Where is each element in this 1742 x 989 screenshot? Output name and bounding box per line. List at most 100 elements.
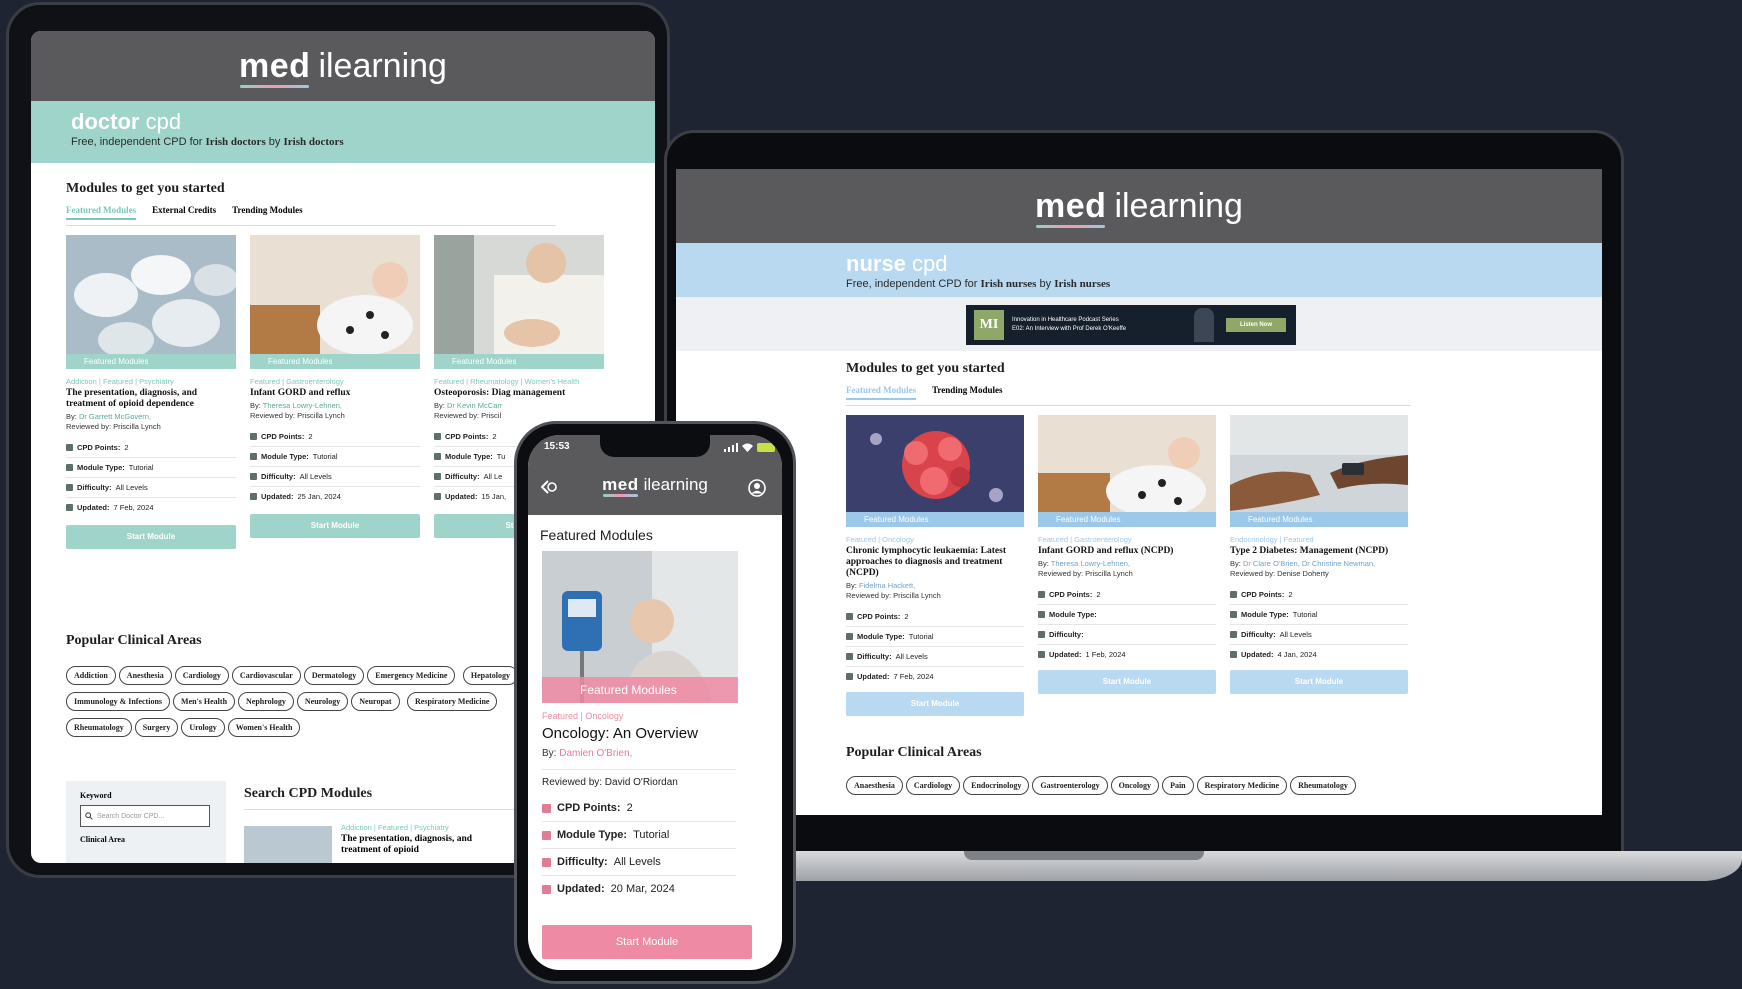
divider <box>542 769 736 770</box>
laptop-logo[interactable]: med ilearning <box>676 169 1602 243</box>
area-pill[interactable]: Respiratory Medicine <box>1196 776 1288 795</box>
module-title[interactable]: Osteoporosis: Diag management <box>434 388 604 399</box>
module-image-hands[interactable]: Featured Modules <box>434 235 604 369</box>
area-pill[interactable]: Neurology <box>296 692 349 711</box>
module-title[interactable]: Chronic lymphocytic leukaemia: Latest ap… <box>846 546 1024 579</box>
module-reviewer: Reviewed by: Priscilla Lynch <box>250 411 345 420</box>
cpd-label: CPD Points: <box>445 432 489 441</box>
module-categories[interactable]: Featured | Oncology <box>542 711 623 721</box>
module-categories[interactable]: Featured | Gastroenterology <box>250 377 420 386</box>
start-module-button[interactable]: Start Module <box>542 925 752 959</box>
module-title[interactable]: Infant GORD and reflux <box>250 388 420 399</box>
area-pill[interactable]: Endocrinology <box>963 776 1030 795</box>
phone-logo[interactable]: med ilearning <box>528 475 782 495</box>
band-cpd: cpd <box>145 109 182 134</box>
module-card: Featured Modules Featured | Gastroentero… <box>1038 415 1216 694</box>
module-image-infant[interactable]: Featured Modules <box>1038 415 1216 527</box>
logo-ilearning: ilearning <box>1114 187 1243 225</box>
area-pill[interactable]: Hepatology <box>462 666 519 685</box>
area-pill[interactable]: Cardiovascular <box>231 666 301 685</box>
area-pill[interactable]: Respiratory Medicine <box>407 692 498 711</box>
module-author[interactable]: Dr Kevin McCarr <box>447 401 502 410</box>
area-pill[interactable]: Anaesthesia <box>846 776 903 795</box>
area-pill[interactable]: Nephrology <box>238 692 294 711</box>
area-pill[interactable]: Addiction <box>66 666 116 685</box>
area-pill[interactable]: Anesthesia <box>118 666 172 685</box>
module-author[interactable]: Dr Clare O'Brien, Dr Christine Newman, <box>1243 559 1375 568</box>
area-pill[interactable]: Gastroenterology <box>1032 776 1108 795</box>
tagline-b1: Irish nurses <box>980 278 1037 290</box>
cpd-icon <box>846 613 853 620</box>
type-value: Tutorial <box>908 632 934 641</box>
start-module-button[interactable]: Start Module <box>1038 670 1216 694</box>
module-image-infusion[interactable]: Featured Modules <box>542 551 738 703</box>
area-pill[interactable]: Oncology <box>1110 776 1160 795</box>
start-module-button[interactable]: Start Module <box>66 525 236 549</box>
module-author[interactable]: Fidelma Hackett, <box>859 581 915 590</box>
difficulty-icon <box>542 857 551 867</box>
area-pill[interactable]: Cardiology <box>905 776 961 795</box>
module-author[interactable]: Damien O'Brien, <box>559 748 632 759</box>
featured-ribbon: Featured Modules <box>250 354 420 369</box>
by-label: By: <box>66 412 77 421</box>
area-pill[interactable]: Women's Health <box>227 718 301 737</box>
module-author[interactable]: Dr Garrett McGovern, <box>79 412 151 421</box>
module-categories[interactable]: Endocrinology | Featured <box>1230 535 1408 544</box>
module-author[interactable]: Theresa Lowry-Lehnen, <box>263 401 342 410</box>
area-pill[interactable]: Neuropat <box>351 692 400 711</box>
keyword-search-input[interactable]: Search Doctor CPD... <box>80 805 210 827</box>
area-pill[interactable]: Emergency Medicine <box>367 666 456 685</box>
user-account-icon[interactable] <box>748 479 766 497</box>
result-categories[interactable]: Addiction | Featured | Psychiatry <box>341 823 449 832</box>
type-label: Module Type: <box>557 829 628 841</box>
area-pill[interactable]: Dermatology <box>303 666 365 685</box>
area-pill[interactable]: Urology <box>181 718 225 737</box>
tablet-header: med ilearning <box>31 31 655 101</box>
calendar-icon <box>1038 651 1045 658</box>
tab-external-credits[interactable]: External Credits <box>152 205 216 220</box>
by-label: By: <box>542 748 557 759</box>
area-pill[interactable]: Men's Health <box>173 692 236 711</box>
module-title[interactable]: Infant GORD and reflux (NCPD) <box>1038 546 1216 557</box>
type-label: Module Type: <box>445 452 493 461</box>
module-categories[interactable]: Featured | Oncology <box>846 535 1024 544</box>
tablet-logo[interactable]: med ilearning <box>31 31 655 101</box>
area-pill[interactable]: Cardiology <box>174 666 229 685</box>
result-thumbnail[interactable] <box>244 826 332 863</box>
tab-trending-modules[interactable]: Trending Modules <box>932 385 1002 400</box>
module-image-pills[interactable]: Featured Modules <box>66 235 236 369</box>
module-author[interactable]: Theresa Lowry-Lehnen, <box>1051 559 1130 568</box>
module-image-infant[interactable]: Featured Modules <box>250 235 420 369</box>
module-categories[interactable]: Featured | Gastroenterology <box>1038 535 1216 544</box>
difficulty-label: Difficulty: <box>857 652 892 661</box>
area-pill[interactable]: Rheumatology <box>1290 776 1356 795</box>
module-title[interactable]: The presentation, diagnosis, and treatme… <box>66 388 236 410</box>
module-type-icon <box>434 453 441 460</box>
result-title[interactable]: The presentation, diagnosis, and treatme… <box>341 834 511 856</box>
cpd-label: CPD Points: <box>1241 590 1285 599</box>
type-value: Tutorial <box>1292 610 1318 619</box>
area-pill[interactable]: Pain <box>1162 776 1194 795</box>
updated-label: Updated: <box>77 503 110 512</box>
area-pill[interactable]: Rheumatology <box>66 718 132 737</box>
area-pill[interactable]: Immunology & Infections <box>66 692 171 711</box>
module-image-hands[interactable]: Featured Modules <box>1230 415 1408 527</box>
module-categories[interactable]: Addiction | Featured | Psychiatry <box>66 377 236 386</box>
module-categories[interactable]: Featured | Rheumatology | Women's Health <box>434 377 604 386</box>
tab-featured-modules[interactable]: Featured Modules <box>66 205 137 220</box>
start-module-button[interactable]: Start Module <box>846 692 1024 716</box>
podcast-ad-banner[interactable]: MI Innovation in Healthcare Podcast Seri… <box>966 305 1296 345</box>
module-image-cells[interactable]: Featured Modules <box>846 415 1024 527</box>
start-module-button[interactable]: Start Module <box>250 514 420 538</box>
nurse-cpd-band: nurse cpd Free, independent CPD for Iris… <box>676 243 1602 297</box>
tab-trending-modules[interactable]: Trending Modules <box>232 205 302 220</box>
tab-featured-modules[interactable]: Featured Modules <box>846 385 917 400</box>
module-title[interactable]: Oncology: An Overview <box>542 725 698 742</box>
cpd-icon <box>66 444 73 451</box>
cpd-value: 2 <box>308 432 313 441</box>
start-module-button[interactable]: Start Module <box>1230 670 1408 694</box>
featured-ribbon: Featured Modules <box>1230 512 1408 527</box>
listen-now-button[interactable]: Listen Now <box>1225 318 1286 332</box>
module-title[interactable]: Type 2 Diabetes: Management (NCPD) <box>1230 546 1408 557</box>
area-pill[interactable]: Surgery <box>134 718 179 737</box>
